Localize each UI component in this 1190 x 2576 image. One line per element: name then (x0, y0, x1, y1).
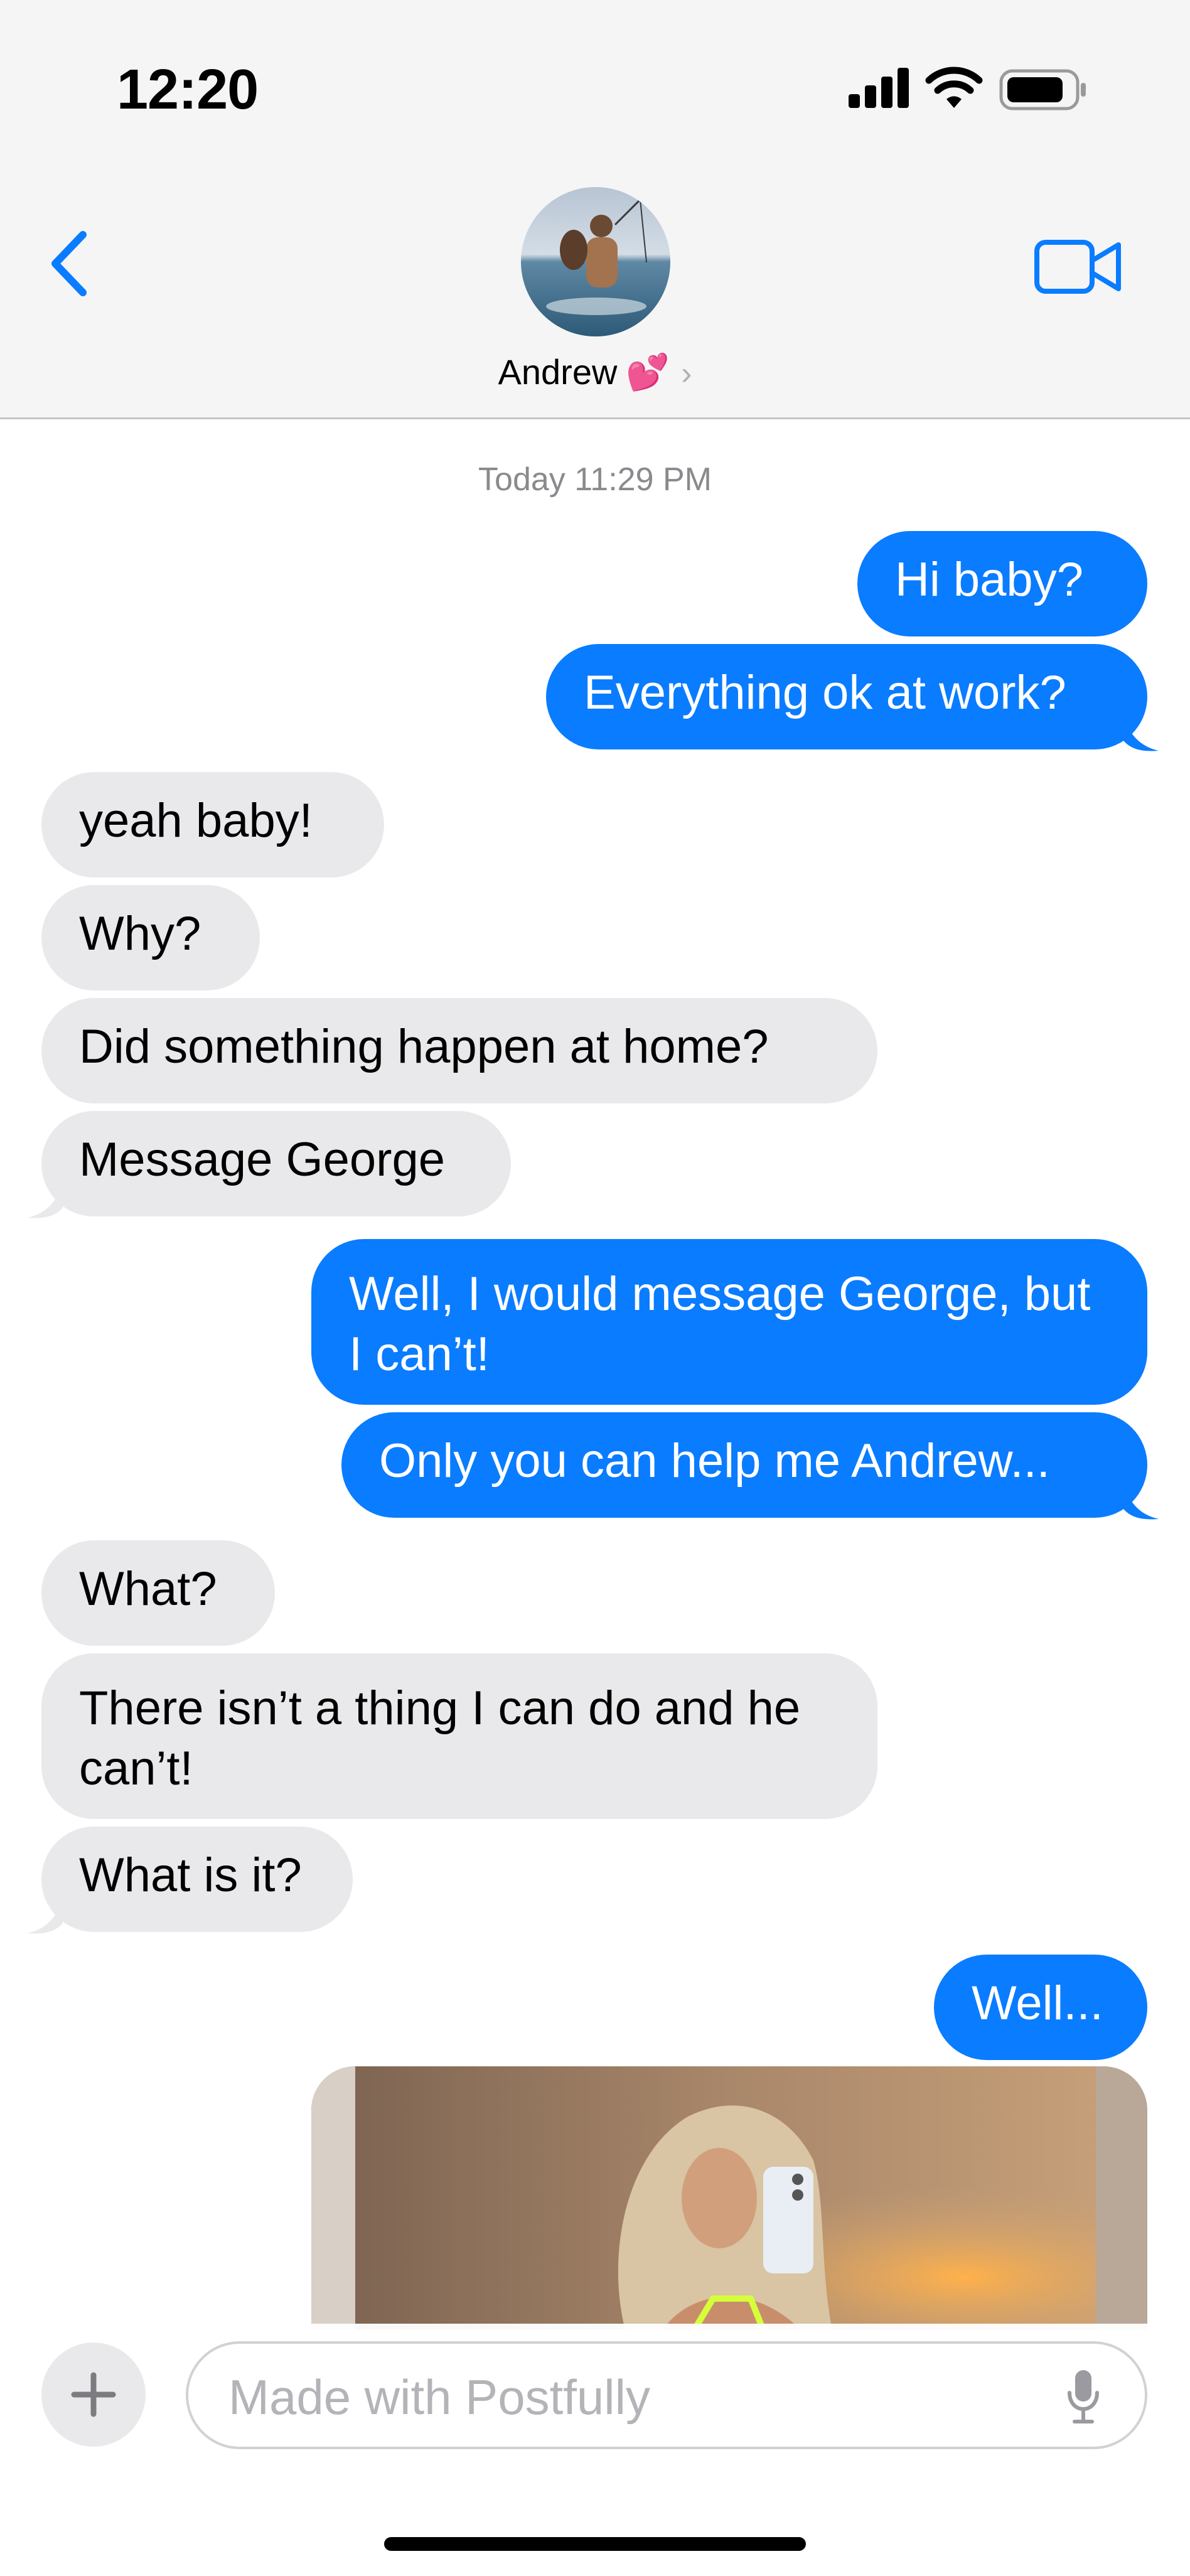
message-received[interactable]: Why? (41, 885, 260, 990)
message-received[interactable]: yeah baby! (41, 772, 384, 877)
bubble-tail (28, 1183, 63, 1218)
message-received[interactable]: Did something happen at home? (41, 998, 877, 1103)
message-input-placeholder: Made with Postfully (228, 2369, 650, 2425)
bubble-tail (1123, 1484, 1159, 1520)
contact-name: Andrew (498, 352, 618, 392)
photo-attachment[interactable] (311, 2066, 1147, 2330)
plus-icon (71, 2372, 116, 2417)
message-sent[interactable]: Only you can help me Andrew... (341, 1412, 1147, 1518)
chevron-left-icon (51, 231, 87, 296)
message-received[interactable]: What is it? (41, 1827, 353, 1932)
bubble-tail (28, 1898, 63, 1934)
message-received[interactable]: There isn’t a thing I can do and he can’… (41, 1653, 877, 1819)
status-time: 12:20 (117, 58, 259, 121)
wifi-icon (925, 67, 983, 108)
video-camera-icon (1034, 240, 1121, 294)
message-received[interactable]: What? (41, 1540, 275, 1646)
cellular-signal-icon (849, 63, 911, 113)
message-received[interactable]: Message George (41, 1111, 511, 1216)
heart-emoji: 💕 (626, 352, 670, 392)
contact-name-row[interactable]: Andrew 💕 › (0, 352, 1190, 393)
contact-avatar[interactable] (521, 187, 670, 336)
chevron-right-icon: › (681, 355, 692, 392)
message-sent[interactable]: Well, I would message George, but I can’… (311, 1239, 1147, 1405)
message-input[interactable]: Made with Postfully (186, 2341, 1147, 2449)
home-indicator[interactable] (384, 2537, 806, 2551)
message-sent[interactable]: Well... (934, 1955, 1147, 2060)
microphone-icon[interactable] (1066, 2368, 1101, 2425)
battery-icon (999, 69, 1086, 110)
video-call-button[interactable] (1034, 239, 1122, 295)
bubble-tail (1123, 716, 1159, 751)
message-sent[interactable]: Everything ok at work? (546, 644, 1147, 749)
conversation-header: 12:20 Andrew 💕 › (0, 0, 1190, 419)
conversation-timestamp: Today 11:29 PM (478, 461, 712, 498)
message-sent[interactable]: Hi baby? (857, 531, 1147, 636)
add-attachment-button[interactable] (41, 2343, 146, 2447)
back-button[interactable] (44, 226, 94, 301)
